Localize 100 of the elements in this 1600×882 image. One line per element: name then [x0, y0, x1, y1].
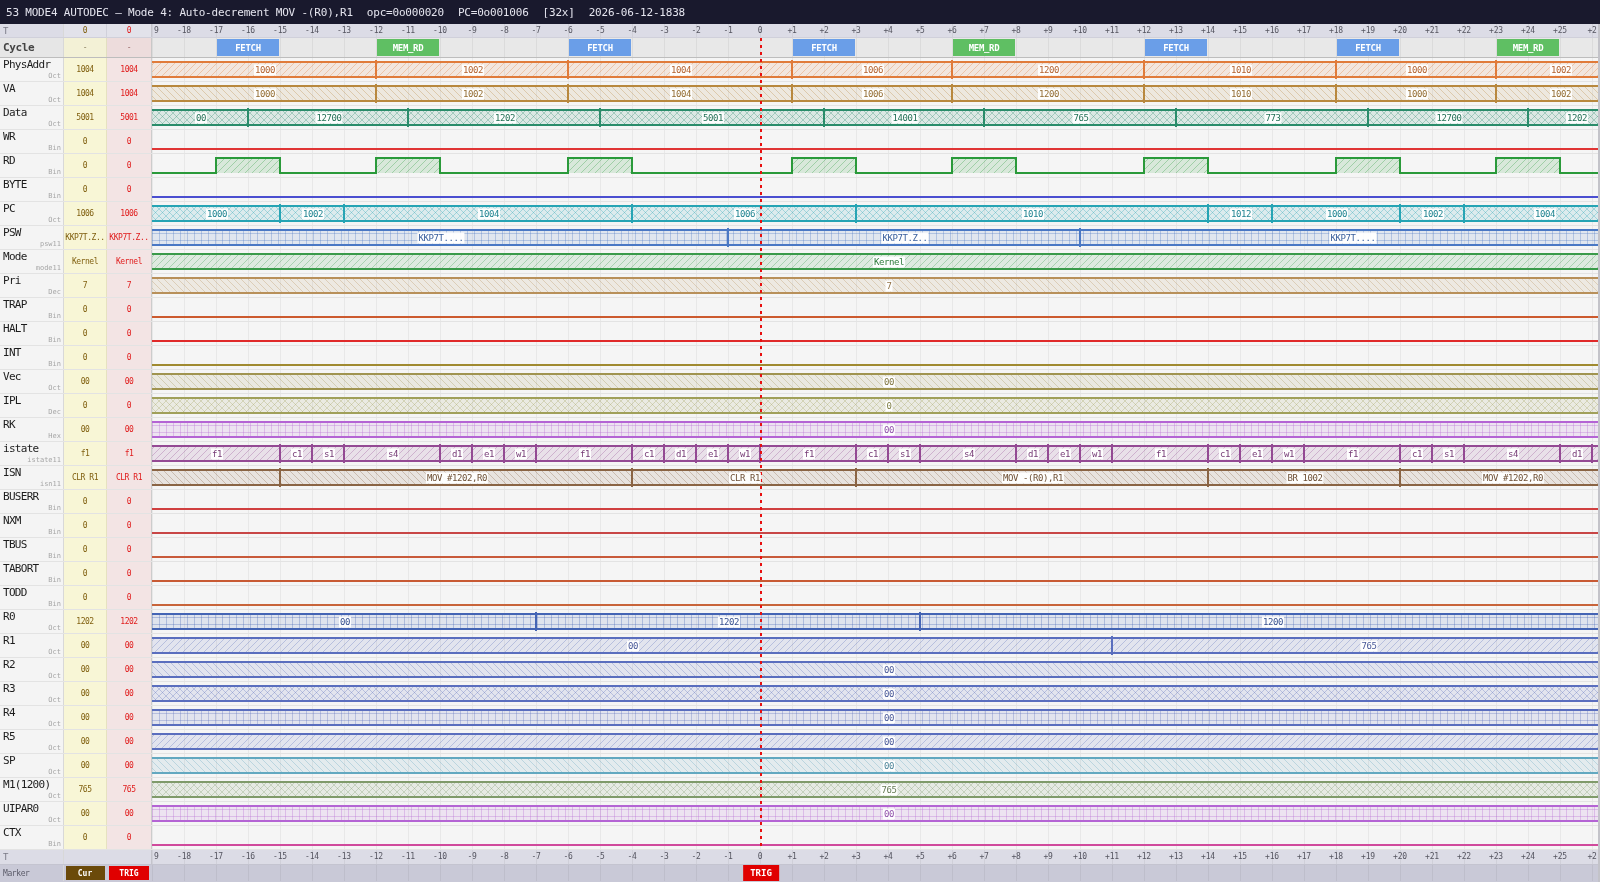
- cursor-value: 1004: [76, 65, 94, 74]
- segment-value: c1: [643, 448, 655, 459]
- segment-value: 00: [627, 640, 639, 651]
- tick-label: -14: [305, 25, 319, 37]
- trigger-value: 00: [124, 425, 134, 434]
- signal-name: R2: [3, 658, 16, 671]
- cursor-value: 0: [82, 137, 88, 146]
- tick-label: +16: [1265, 851, 1279, 863]
- tick-label: -17: [209, 851, 223, 863]
- tick-label: +2: [819, 851, 829, 863]
- cursor-value: Kernel: [71, 257, 99, 266]
- segment-value: Kernel: [872, 256, 906, 267]
- trigger-value: Kernel: [115, 257, 143, 266]
- tick-label: +22: [1457, 25, 1471, 37]
- segment-value: s1: [1443, 448, 1455, 459]
- signal-name: R4: [3, 706, 16, 719]
- tick-label: -3: [659, 25, 669, 37]
- cursor-value: 0: [82, 353, 88, 362]
- tick-label: +7: [979, 25, 989, 37]
- segment-value: MOV -(R0),R1: [1001, 472, 1065, 483]
- signal-name: Data: [3, 106, 28, 119]
- segment-value: d1: [1571, 448, 1583, 459]
- trigger-value: 0: [126, 401, 132, 410]
- tick-label: +10: [1073, 25, 1087, 37]
- segment-value: 00: [883, 712, 895, 723]
- cursor-value: 0: [82, 593, 88, 602]
- signal-name: M1(1200): [3, 778, 52, 791]
- tick-label: -8: [499, 851, 509, 863]
- trigger-marker[interactable]: TRIG: [109, 866, 149, 880]
- tick-label: +1: [787, 25, 797, 37]
- tick-label: -12: [369, 851, 383, 863]
- trigger-value: 0: [126, 833, 132, 842]
- cycle-tag: FETCH: [569, 39, 631, 56]
- tick-label: +7: [979, 851, 989, 863]
- trigger-flag[interactable]: TRIG: [743, 865, 779, 881]
- segment-value: 1002: [1549, 88, 1573, 99]
- tick-label: +11: [1105, 25, 1119, 37]
- signal-name: VA: [3, 82, 17, 95]
- signal-name: BUSERR: [3, 490, 40, 503]
- tick-label: +13: [1169, 851, 1183, 863]
- segment-value: 14001: [891, 112, 919, 123]
- signal-name: HALT: [3, 322, 28, 335]
- timestamp: 2026-06-12-1838: [588, 5, 686, 19]
- signal-name: IPL: [3, 394, 22, 407]
- signal-name: R1: [3, 634, 16, 647]
- trigger-value: 1004: [120, 65, 138, 74]
- signal-name: RD: [3, 154, 16, 167]
- segment-value: 773: [1264, 112, 1282, 123]
- tick-label: -11: [401, 851, 415, 863]
- tick-label: +10: [1073, 851, 1087, 863]
- segment-value: 1200: [1261, 616, 1285, 627]
- signal-name: TODD: [3, 586, 28, 599]
- segment-value: c1: [291, 448, 303, 459]
- cursor-value: 0: [82, 185, 88, 194]
- segment-value: 1002: [461, 64, 485, 75]
- segment-value: KKP7T....: [1329, 232, 1377, 243]
- cursor-value: 0: [82, 161, 88, 170]
- tick-label: -7: [531, 851, 541, 863]
- tick-label: +24: [1521, 851, 1535, 863]
- trigger-value: 1202: [120, 617, 138, 626]
- segment-value: s1: [323, 448, 335, 459]
- segment-value: s1: [899, 448, 911, 459]
- tick-label: +5: [915, 25, 925, 37]
- tick-label: +16: [1265, 25, 1279, 37]
- tick-label: -7: [531, 25, 541, 37]
- cursor-value: 00: [80, 665, 90, 674]
- signal-name: PC: [3, 202, 16, 215]
- row-label: Marker: [3, 868, 31, 878]
- signal-name: WR: [3, 130, 17, 143]
- cursor-marker[interactable]: Cur: [65, 866, 105, 880]
- cycle-tag: FETCH: [1337, 39, 1399, 56]
- tick-label: +8: [1011, 851, 1021, 863]
- segment-value: KKP7T.Z..: [881, 232, 929, 243]
- tick-label: +1: [787, 851, 797, 863]
- segment-value: 1200: [1037, 64, 1061, 75]
- axis-label: T: [3, 852, 10, 862]
- cursor-value: 00: [80, 641, 90, 650]
- segment-value: 7: [885, 280, 893, 291]
- window-title: 53 MODE4 AUTODEC — Mode 4: Auto-decrement MOV -(R0),R1: [6, 5, 353, 19]
- signal-name: istate: [3, 442, 40, 455]
- tick-label: +15: [1233, 851, 1247, 863]
- trigger-value: 765: [122, 785, 136, 794]
- tick-label: +4: [883, 25, 893, 37]
- tick-label: -5: [595, 851, 605, 863]
- trigger-value: 0: [126, 545, 132, 554]
- tick-label: +21: [1425, 25, 1439, 37]
- segment-value: s4: [963, 448, 975, 459]
- segment-value: d1: [451, 448, 463, 459]
- trigger-value: 0: [126, 26, 132, 35]
- trigger-value: 00: [124, 641, 134, 650]
- tick-label: -14: [305, 851, 319, 863]
- segment-value: w1: [1283, 448, 1295, 459]
- cursor-value: 00: [80, 809, 90, 818]
- segment-value: w1: [1091, 448, 1103, 459]
- tick-label: +14: [1201, 25, 1215, 37]
- tick-label: +25: [1553, 851, 1567, 863]
- tick-label: +19: [1361, 25, 1375, 37]
- segment-value: 00: [883, 688, 895, 699]
- tick-label: +23: [1489, 851, 1503, 863]
- tick-label: -8: [499, 25, 509, 37]
